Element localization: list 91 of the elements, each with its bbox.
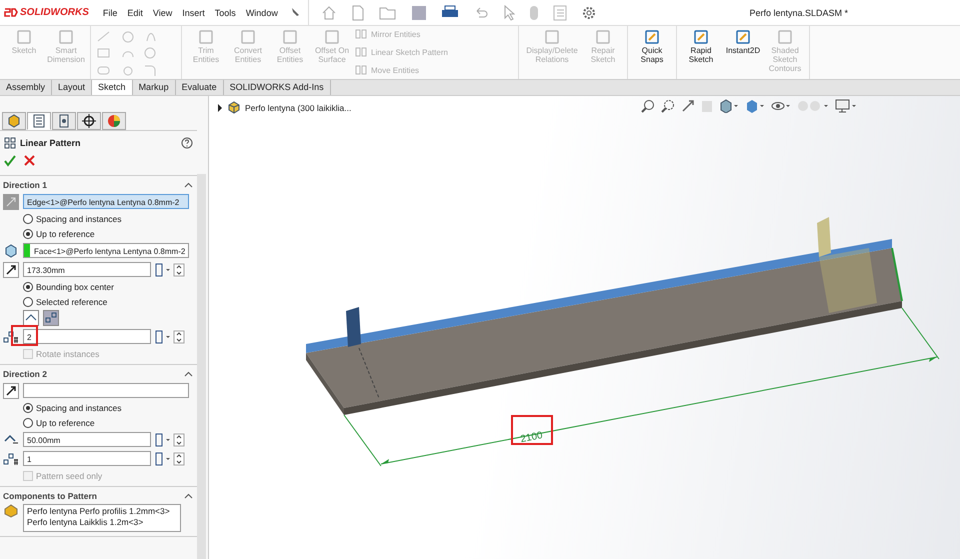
panel-tab[interactable] xyxy=(27,112,51,130)
model-drawing[interactable] xyxy=(306,217,903,415)
square-icon xyxy=(734,28,752,46)
tree-item[interactable]: Perfo lentyna (300 laikiklia... xyxy=(245,102,352,112)
ribbon-tab[interactable]: Sketch xyxy=(92,80,133,95)
square-icon xyxy=(643,28,661,46)
offset-field[interactable]: 173.30mm xyxy=(23,262,151,277)
square-icon xyxy=(323,28,341,46)
display-style-icon[interactable] xyxy=(745,99,765,113)
panel-tab[interactable] xyxy=(2,112,26,130)
scrollbar[interactable] xyxy=(197,174,206,559)
instances-icon xyxy=(3,330,19,344)
instances-icon xyxy=(3,452,19,466)
section-heading: Components to Pattern xyxy=(3,491,97,501)
square-icon xyxy=(15,28,33,46)
radio-option[interactable]: Spacing and instances xyxy=(3,212,197,225)
collapse-icon[interactable] xyxy=(184,182,193,188)
face-field[interactable]: Face<1>@Perfo lentyna Lentyna 0.8mm-2 xyxy=(23,243,189,258)
menu-item[interactable]: Edit xyxy=(127,8,143,18)
expand-icon[interactable] xyxy=(217,104,223,112)
tab-icon xyxy=(57,114,71,128)
app-logo: SOLIDWORKS xyxy=(0,7,103,18)
menu-item[interactable]: Window xyxy=(246,8,278,18)
help-icon[interactable] xyxy=(181,137,193,149)
radio-option[interactable]: Up to reference xyxy=(3,227,197,240)
panel-tab[interactable] xyxy=(77,112,101,130)
radio-option[interactable]: Up to reference xyxy=(3,416,197,429)
square-icon xyxy=(692,28,710,46)
assembly-icon xyxy=(227,101,241,114)
cube-icon xyxy=(3,244,19,258)
menu-item[interactable]: Tools xyxy=(214,8,236,18)
ribbon-tab[interactable]: SOLIDWORKS Add-Ins xyxy=(224,80,331,95)
ribbon-tab[interactable]: Markup xyxy=(132,80,176,95)
radio-option[interactable]: Bounding box center xyxy=(3,280,197,293)
menu-item[interactable]: File xyxy=(102,8,118,18)
collapse-icon[interactable] xyxy=(184,493,193,499)
tab-icon xyxy=(32,114,46,128)
close-icon[interactable] xyxy=(24,155,35,166)
dimension-line[interactable] xyxy=(344,308,940,466)
eye-icon[interactable] xyxy=(771,99,791,113)
panel-tab[interactable] xyxy=(52,112,76,130)
pattern-icon xyxy=(4,137,16,149)
view-orientation-icon[interactable] xyxy=(719,99,739,113)
square-icon xyxy=(281,28,299,46)
direction-field[interactable] xyxy=(23,383,189,398)
list-item[interactable]: Perfo lentyna Laikklis 1.2m<3> xyxy=(27,517,177,528)
menu-item[interactable]: View xyxy=(152,8,172,18)
tab-icon xyxy=(7,114,21,128)
spinner-icon[interactable] xyxy=(155,262,185,276)
feature-title: Linear Pattern xyxy=(20,138,81,148)
tab-icon xyxy=(107,114,121,128)
ribbon-button[interactable]: Instant2D xyxy=(723,28,763,55)
section-heading: Direction 2 xyxy=(3,369,47,379)
radio-option[interactable]: Spacing and instances xyxy=(3,401,197,414)
edge-field[interactable]: Edge<1>@Perfo lentyna Lentyna 0.8mm-2 xyxy=(23,194,189,209)
ribbon-tab[interactable]: Evaluate xyxy=(176,80,224,95)
zoom-area-icon[interactable] xyxy=(661,99,675,113)
dimension-text[interactable]: 2100 xyxy=(520,430,544,446)
square-icon xyxy=(776,28,794,46)
square-icon xyxy=(239,28,257,46)
settings-icon[interactable] xyxy=(580,4,597,20)
section-heading: Direction 1 xyxy=(3,180,47,190)
spacing-icon xyxy=(3,432,19,446)
monitor-icon[interactable] xyxy=(835,99,857,113)
collapse-icon[interactable] xyxy=(184,371,193,377)
spacing-icon[interactable] xyxy=(23,310,39,326)
instances-icon[interactable] xyxy=(43,310,59,326)
spinner-icon[interactable] xyxy=(155,330,185,344)
spinner-icon[interactable] xyxy=(155,452,185,466)
ribbon-button[interactable]: Rapid Sketch xyxy=(681,28,721,64)
square-icon xyxy=(197,28,215,46)
list-item[interactable]: Perfo lentyna Perfo profilis 1.2mm<3> xyxy=(27,506,177,517)
component-icon xyxy=(3,504,19,518)
instances-field[interactable]: 1 xyxy=(23,451,151,466)
square-icon xyxy=(543,28,561,46)
window-title: Perfo lentyna.SLDASM * xyxy=(749,8,848,18)
square-icon xyxy=(57,28,75,46)
radio-option[interactable]: Selected reference xyxy=(3,295,197,308)
ok-icon[interactable] xyxy=(4,155,16,167)
menu-item[interactable]: Insert xyxy=(182,8,205,18)
previous-view-icon[interactable] xyxy=(681,99,695,113)
zoom-icon[interactable] xyxy=(641,99,655,113)
instances-field[interactable]: 2 xyxy=(23,329,151,344)
ribbon-button[interactable]: Quick Snaps xyxy=(632,28,672,64)
spinner-icon[interactable] xyxy=(155,432,185,446)
offset-icon xyxy=(3,262,19,278)
square-icon xyxy=(594,28,612,46)
tab-icon xyxy=(82,114,96,128)
direction-icon[interactable] xyxy=(3,382,19,398)
spacing-field[interactable]: 50.00mm xyxy=(23,432,151,447)
components-list[interactable]: Perfo lentyna Perfo profilis 1.2mm<3> Perfo lentyna Laikklis 1.2m<3> xyxy=(23,504,181,532)
